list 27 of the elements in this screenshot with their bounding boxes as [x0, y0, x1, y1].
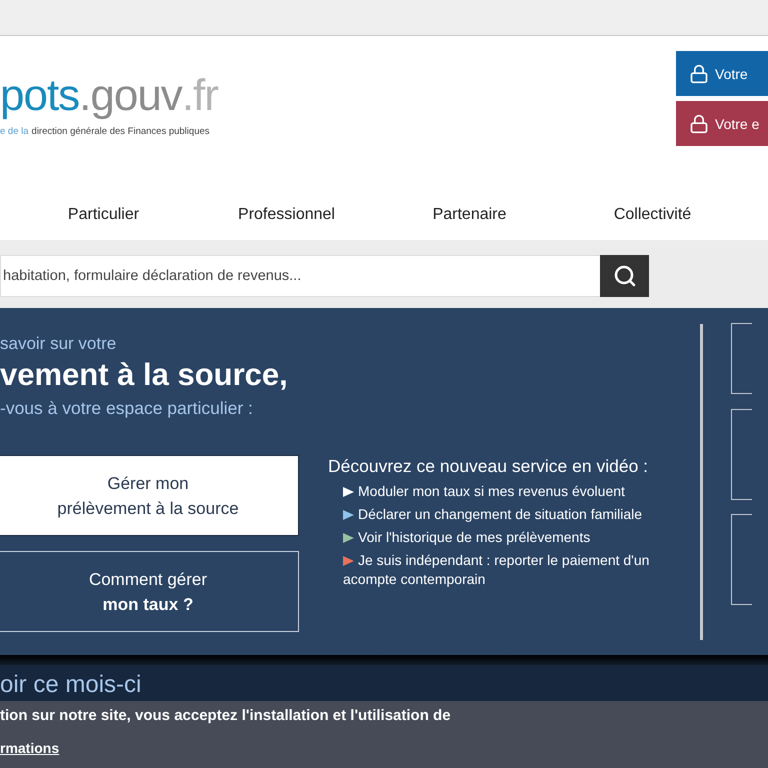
video-link[interactable]: Je suis indépendant : reporter le paiement d'un acompte contemporain	[343, 551, 700, 589]
lock-icon	[689, 64, 709, 84]
hero-kicker: savoir sur votre	[0, 333, 118, 355]
search-field[interactable]: habitation, formulaire déclaration de revenus...	[0, 255, 600, 297]
account-button[interactable]: Votre	[676, 51, 768, 96]
search-icon	[612, 264, 636, 288]
lock-icon	[689, 114, 709, 134]
side-panel	[731, 323, 752, 394]
nav-link[interactable]: Partenaire	[378, 186, 561, 224]
site-logo[interactable]: pots.gouv.fr	[0, 72, 218, 120]
search-button[interactable]	[600, 255, 649, 297]
video-link[interactable]: Voir l'historique de mes prélèvements	[343, 528, 700, 547]
video-link[interactable]: Moduler mon taux si mes revenus évoluent	[343, 482, 700, 501]
hero-button[interactable]: Comment gérer mon taux ?	[0, 551, 299, 632]
more-info-link[interactable]: rmations	[0, 740, 768, 756]
logo-tagline: e de la direction générale des Finances publiques	[0, 126, 211, 137]
account-button[interactable]: Votre e	[676, 101, 768, 146]
hero-subtitle: -vous à votre espace particulier :	[0, 397, 254, 420]
video-heading: Découvrez ce nouveau service en vidéo :	[328, 455, 650, 478]
section-title: oir ce mois-ci	[0, 670, 142, 699]
nav-link[interactable]: Professionnel	[195, 186, 378, 224]
hero-title: vement à la source,	[0, 356, 289, 394]
cookie-text: tion sur notre site, vous acceptez l'installation et l'utilisation de	[0, 706, 452, 726]
hero-button[interactable]: Gérer mon prélèvement à la source	[0, 455, 299, 536]
video-link[interactable]: Déclarer un changement de situation familiale	[343, 505, 700, 524]
nav-link[interactable]: Particulier	[12, 186, 195, 224]
nav-link[interactable]: Collectivité	[561, 186, 744, 224]
